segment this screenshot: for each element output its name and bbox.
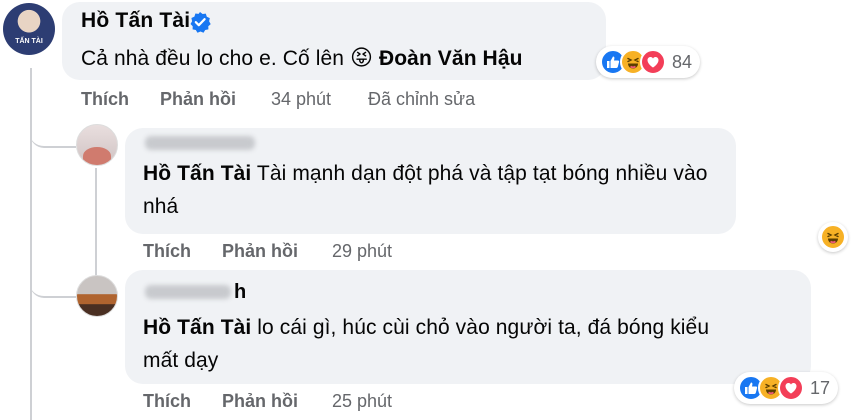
edited-label[interactable]: Đã chỉnh sửa [368,89,475,110]
comment-text: Hồ Tấn Tài lo cái gì, húc cùi chỏ vào ng… [143,316,710,372]
verified-badge-icon [189,11,211,38]
like-button[interactable]: Thích [81,89,129,110]
avatar[interactable] [76,124,118,166]
reaction-summary[interactable]: 84 [596,46,701,78]
thread-connector-reply-1 [30,112,76,148]
reaction-summary[interactable] [818,222,848,252]
haha-reaction-icon [820,224,846,250]
comment-author[interactable]: Hồ Tấn Tài [81,9,190,33]
reply-button[interactable]: Phản hồi [222,391,298,412]
mention-link[interactable]: Đoàn Văn Hậu [379,47,523,70]
mention-link[interactable]: Hồ Tấn Tài [143,162,251,185]
avatar[interactable]: TẤN TÀI [3,3,55,55]
comment-text: Hồ Tấn Tài Tài mạnh dạn đột phá và tập t… [143,162,708,218]
reply-button[interactable]: Phản hồi [160,89,236,110]
comment-timestamp[interactable]: 25 phút [332,391,392,412]
reaction-count: 17 [810,377,831,398]
like-button[interactable]: Thích [143,241,191,262]
like-button[interactable]: Thích [143,391,191,412]
squinting-tongue-emoji: 😝 [349,45,374,70]
mention-link[interactable]: Hồ Tấn Tài [143,316,251,339]
comment-timestamp[interactable]: 34 phút [271,89,331,110]
reaction-summary[interactable]: 17 [734,372,839,404]
avatar[interactable] [76,275,118,317]
reply-button[interactable]: Phản hồi [222,241,298,262]
avatar-caption: TẤN TÀI [15,38,43,45]
reaction-count: 84 [672,51,693,72]
comment-author-partial[interactable]: h [234,281,246,304]
comment-text: Cả nhà đều lo cho e. Cố lên 😝 Đoàn Văn H… [81,45,523,70]
author-name-redacted [145,285,231,299]
love-reaction-icon [640,49,666,75]
thread-connector-reply-2 [30,262,76,298]
comment-timestamp[interactable]: 29 phút [332,241,392,262]
love-reaction-icon [778,375,804,401]
author-name-redacted [145,136,255,150]
